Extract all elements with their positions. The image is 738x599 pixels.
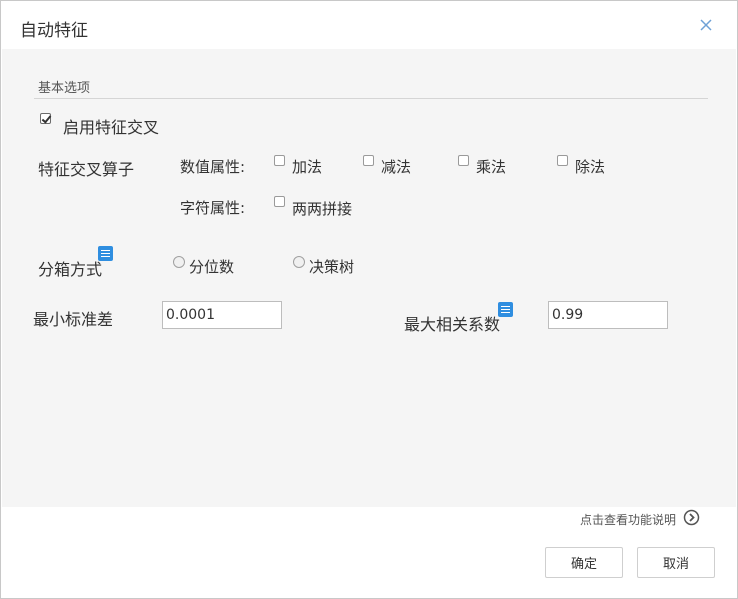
checkbox-multiply[interactable] xyxy=(458,155,469,166)
op-pairwise-concat-label: 两两拼接 xyxy=(292,200,353,218)
operators-label: 特征交叉算子 xyxy=(38,160,135,179)
checkbox-add[interactable] xyxy=(274,155,285,166)
enable-cross-checkbox[interactable] xyxy=(40,113,51,124)
section-label-basic: 基本选项 xyxy=(38,81,91,96)
info-icon-binning[interactable] xyxy=(98,246,113,261)
op-subtract-label: 减法 xyxy=(381,158,412,176)
radio-quantile-label: 分位数 xyxy=(189,258,235,276)
max-corr-label: 最大相关系数 xyxy=(404,315,501,334)
radio-decision-tree-label: 决策树 xyxy=(309,258,355,276)
info-icon-max-corr[interactable] xyxy=(498,302,513,317)
max-corr-input[interactable] xyxy=(548,301,668,329)
confirm-button[interactable]: 确定 xyxy=(545,547,623,578)
min-std-label: 最小标准差 xyxy=(33,310,114,329)
dialog-body: 基本选项 启用特征交叉 特征交叉算子 数值属性: 加法 减法 乘法 除法 字符属… xyxy=(2,49,736,507)
close-icon[interactable] xyxy=(698,17,714,33)
dialog-title: 自动特征 xyxy=(20,21,88,41)
min-std-input[interactable] xyxy=(162,301,282,329)
help-link[interactable]: 点击查看功能说明 xyxy=(580,511,676,528)
enable-cross-label: 启用特征交叉 xyxy=(63,118,160,137)
op-add-label: 加法 xyxy=(292,158,323,176)
binning-label: 分箱方式 xyxy=(38,260,103,279)
string-attr-label: 字符属性: xyxy=(180,199,246,217)
radio-decision-tree[interactable] xyxy=(293,256,305,268)
radio-quantile[interactable] xyxy=(173,256,185,268)
checkbox-divide[interactable] xyxy=(557,155,568,166)
cancel-button[interactable]: 取消 xyxy=(637,547,715,578)
numeric-attr-label: 数值属性: xyxy=(180,158,246,176)
op-divide-label: 除法 xyxy=(575,158,606,176)
auto-feature-dialog: 自动特征 基本选项 启用特征交叉 特征交叉算子 数值属性: 加法 减法 乘法 除… xyxy=(0,0,738,599)
chevron-right-circle-icon[interactable] xyxy=(683,509,700,526)
checkbox-pairwise-concat[interactable] xyxy=(274,196,285,207)
op-multiply-label: 乘法 xyxy=(476,158,507,176)
dialog-header: 自动特征 xyxy=(1,1,737,49)
section-divider xyxy=(34,98,708,99)
checkbox-subtract[interactable] xyxy=(363,155,374,166)
